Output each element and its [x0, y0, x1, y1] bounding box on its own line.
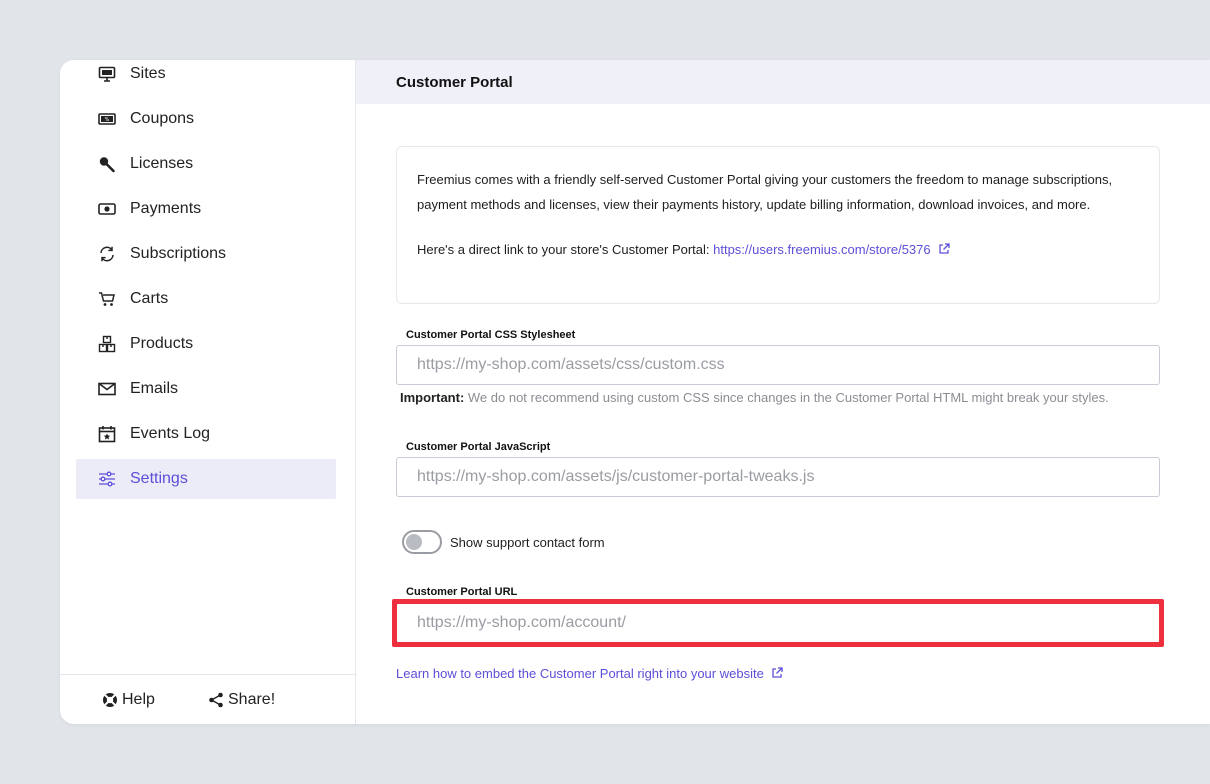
sidebar-item-products[interactable]: Products — [76, 324, 336, 364]
url-field-label: Customer Portal URL — [406, 586, 518, 598]
sidebar-item-events-log[interactable]: Events Log — [76, 414, 336, 454]
sidebar-item-carts[interactable]: Carts — [76, 279, 336, 319]
embed-guide-link[interactable]: Learn how to embed the Customer Portal r… — [396, 666, 784, 681]
css-note-text: We do not recommend using custom CSS sin… — [464, 390, 1109, 405]
sidebar-item-label: Emails — [130, 380, 179, 397]
external-link-icon — [772, 667, 784, 678]
sidebar-item-licenses[interactable]: Licenses — [76, 144, 336, 184]
support-toggle-label: Show support contact form — [450, 534, 605, 550]
envelope-icon — [98, 380, 116, 398]
customer-portal-direct-link[interactable]: https://users.freemius.com/store/5376 — [713, 242, 950, 257]
css-stylesheet-input[interactable] — [396, 345, 1160, 385]
sidebar-item-label: Carts — [130, 290, 169, 307]
sidebar-item-label: Sites — [130, 65, 166, 82]
monitor-icon — [98, 65, 116, 83]
sidebar-item-emails[interactable]: Emails — [76, 369, 336, 409]
info-paragraph: Freemius comes with a friendly self-serv… — [417, 172, 1113, 212]
sliders-icon — [98, 470, 116, 488]
javascript-input[interactable] — [396, 457, 1160, 497]
direct-link-text: Here's a direct link to your store's Cus… — [417, 242, 714, 257]
sidebar-item-settings[interactable]: Settings — [76, 459, 336, 499]
help-link[interactable]: Help — [102, 691, 155, 709]
css-note: Important: We do not recommend using cus… — [400, 390, 1109, 405]
cash-icon — [98, 200, 116, 218]
direct-link-url: https://users.freemius.com/store/5376 — [713, 242, 931, 257]
embed-link-text: Learn how to embed the Customer Portal r… — [396, 666, 764, 681]
page-title: Customer Portal — [356, 60, 1210, 104]
sidebar-item-label: Products — [130, 335, 194, 352]
sidebar-item-label: Subscriptions — [130, 245, 227, 262]
sidebar-item-label: Payments — [130, 200, 202, 217]
sidebar-item-subscriptions[interactable]: Subscriptions — [76, 234, 336, 274]
sidebar-item-coupons[interactable]: % Coupons — [76, 99, 336, 139]
sidebar-footer: Help Share! — [60, 674, 356, 724]
share-icon — [209, 692, 223, 708]
sidebar: Sites % Coupons Licenses Payments Subscr… — [60, 60, 356, 724]
cart-icon — [98, 290, 116, 308]
support-contact-toggle[interactable] — [402, 530, 442, 554]
css-note-strong: Important: — [400, 390, 465, 405]
sidebar-item-label: Licenses — [130, 155, 194, 172]
sidebar-item-sites[interactable]: Sites — [76, 60, 336, 94]
lifebuoy-icon — [103, 693, 117, 707]
customer-portal-url-input[interactable] — [396, 603, 1160, 643]
share-link[interactable]: Share! — [208, 691, 275, 709]
js-field-label: Customer Portal JavaScript — [406, 441, 551, 453]
toggle-knob — [406, 534, 422, 550]
coupon-icon: % — [98, 110, 116, 128]
main-content: Customer Portal Freemius comes with a fr… — [356, 60, 1210, 724]
help-label: Help — [122, 691, 155, 708]
direct-link-row: Here's a direct link to your store's Cus… — [417, 237, 1139, 262]
boxes-icon — [98, 335, 116, 353]
refresh-icon — [98, 245, 116, 263]
info-box: Freemius comes with a friendly self-serv… — [396, 146, 1160, 304]
sidebar-item-label: Settings — [130, 470, 188, 487]
calendar-icon — [98, 425, 116, 443]
external-link-icon — [939, 243, 950, 254]
sidebar-item-label: Coupons — [130, 110, 195, 127]
css-field-label: Customer Portal CSS Stylesheet — [406, 329, 576, 341]
sidebar-item-label: Events Log — [130, 425, 211, 442]
app-frame: Sites % Coupons Licenses Payments Subscr… — [60, 60, 1210, 724]
svg-text:%: % — [105, 117, 110, 123]
share-label: Share! — [228, 691, 276, 708]
support-toggle-row: Show support contact form — [402, 530, 605, 554]
sidebar-item-payments[interactable]: Payments — [76, 189, 336, 229]
key-icon — [98, 155, 116, 173]
